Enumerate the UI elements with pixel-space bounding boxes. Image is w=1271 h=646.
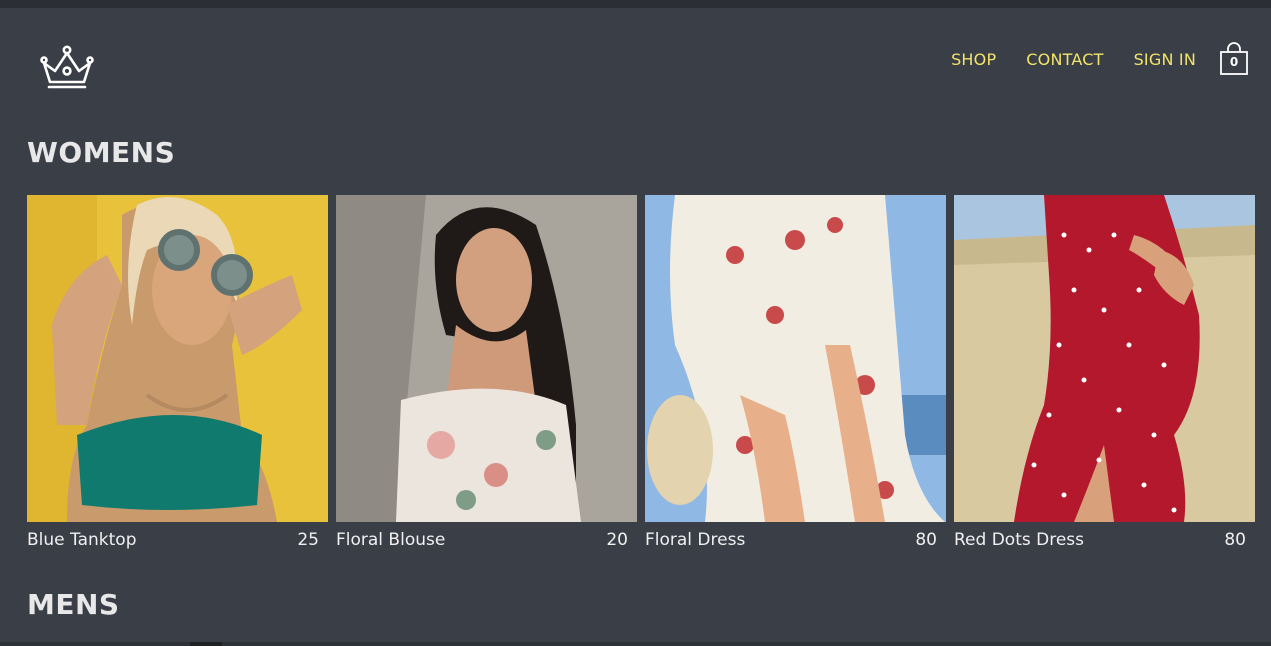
section-title-mens[interactable]: MENS [27, 588, 120, 621]
bottom-edge [0, 642, 1271, 646]
product-card[interactable]: Floral Dress 80 [645, 195, 946, 550]
crown-icon[interactable] [40, 44, 94, 90]
product-price: 80 [1224, 530, 1246, 550]
nav-signin-link[interactable]: SIGN IN [1134, 50, 1196, 69]
product-image[interactable] [954, 195, 1255, 522]
product-price: 25 [297, 530, 319, 550]
product-image[interactable] [645, 195, 946, 522]
womens-product-grid: Blue Tanktop 25 Floral Blouse 20 Floral … [27, 195, 1255, 550]
nav-contact-link[interactable]: CONTACT [1026, 50, 1103, 69]
product-name: Red Dots Dress [954, 530, 1084, 550]
product-card[interactable]: Red Dots Dress 80 [954, 195, 1255, 550]
product-image[interactable] [27, 195, 328, 523]
top-border [0, 0, 1271, 8]
product-price: 80 [915, 530, 937, 550]
product-image[interactable] [336, 195, 637, 522]
product-card[interactable]: Floral Blouse 20 [336, 195, 637, 550]
product-card[interactable]: Blue Tanktop 25 [27, 195, 328, 550]
main-nav: SHOP CONTACT SIGN IN [951, 50, 1196, 69]
product-name: Floral Dress [645, 530, 746, 550]
section-title-womens[interactable]: WOMENS [27, 136, 175, 169]
nav-shop-link[interactable]: SHOP [951, 50, 996, 69]
cart-count: 0 [1229, 55, 1239, 69]
bottom-edge-marker [190, 642, 222, 646]
product-name: Floral Blouse [336, 530, 446, 550]
product-name: Blue Tanktop [27, 530, 137, 550]
product-price: 20 [606, 530, 628, 550]
